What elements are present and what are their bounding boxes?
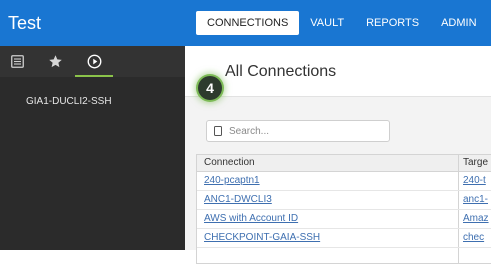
column-header-target[interactable]: Targe — [463, 157, 488, 168]
search-input[interactable] — [229, 123, 379, 139]
search-box[interactable] — [206, 120, 390, 142]
target-link[interactable]: chec — [463, 232, 484, 243]
sidebar-tabs — [0, 46, 185, 77]
connection-link[interactable]: AWS with Account ID — [204, 213, 298, 224]
nav-vault[interactable]: VAULT — [299, 11, 355, 35]
table-row: 240-pcaptn1 240-t — [197, 172, 491, 191]
table-row: ANC1-DWCLI3 anc1- — [197, 191, 491, 210]
app-title: Test — [8, 13, 42, 33]
table-row: CHECKPOINT-GAIA-SSH chec — [197, 229, 491, 248]
connection-link[interactable]: ANC1-DWCLI3 — [204, 194, 272, 205]
sidebar-tab-list[interactable] — [6, 46, 28, 77]
list-icon — [10, 55, 24, 68]
main-nav: CONNECTIONS VAULT REPORTS ADMIN — [196, 11, 488, 35]
nav-reports[interactable]: REPORTS — [355, 11, 430, 35]
nav-connections[interactable]: CONNECTIONS — [196, 11, 300, 35]
target-link[interactable]: anc1- — [463, 194, 488, 205]
table-row: AWS with Account ID Amaz — [197, 210, 491, 229]
target-link[interactable]: 240-t — [463, 175, 486, 186]
sidebar-tab-favorites[interactable] — [44, 46, 66, 77]
step-number-badge: 4 — [198, 76, 222, 100]
page-title: All Connections — [225, 63, 337, 80]
sidebar: GIA1-DUCLI2-SSH — [0, 46, 185, 250]
content-area: Connection Targe 240-pcaptn1 240-t ANC1-… — [185, 96, 491, 264]
top-bar: Test CONNECTIONS VAULT REPORTS ADMIN — [0, 0, 491, 46]
column-header-connection[interactable]: Connection — [204, 157, 255, 168]
page-header: All Connections — [185, 46, 491, 96]
main-content: All Connections Connection Targe 240-pca… — [185, 46, 491, 264]
target-link[interactable]: Amaz — [463, 213, 489, 224]
sidebar-item-connection[interactable]: GIA1-DUCLI2-SSH — [26, 96, 112, 107]
play-circle-icon — [87, 54, 101, 69]
table-header: Connection Targe — [197, 155, 491, 172]
connection-link[interactable]: 240-pcaptn1 — [204, 175, 260, 186]
search-icon — [214, 126, 222, 136]
star-icon — [48, 55, 62, 68]
nav-admin[interactable]: ADMIN — [430, 11, 487, 35]
connections-table: Connection Targe 240-pcaptn1 240-t ANC1-… — [196, 154, 491, 264]
connection-link[interactable]: CHECKPOINT-GAIA-SSH — [204, 232, 320, 243]
sidebar-tab-active-sessions[interactable] — [75, 46, 113, 77]
